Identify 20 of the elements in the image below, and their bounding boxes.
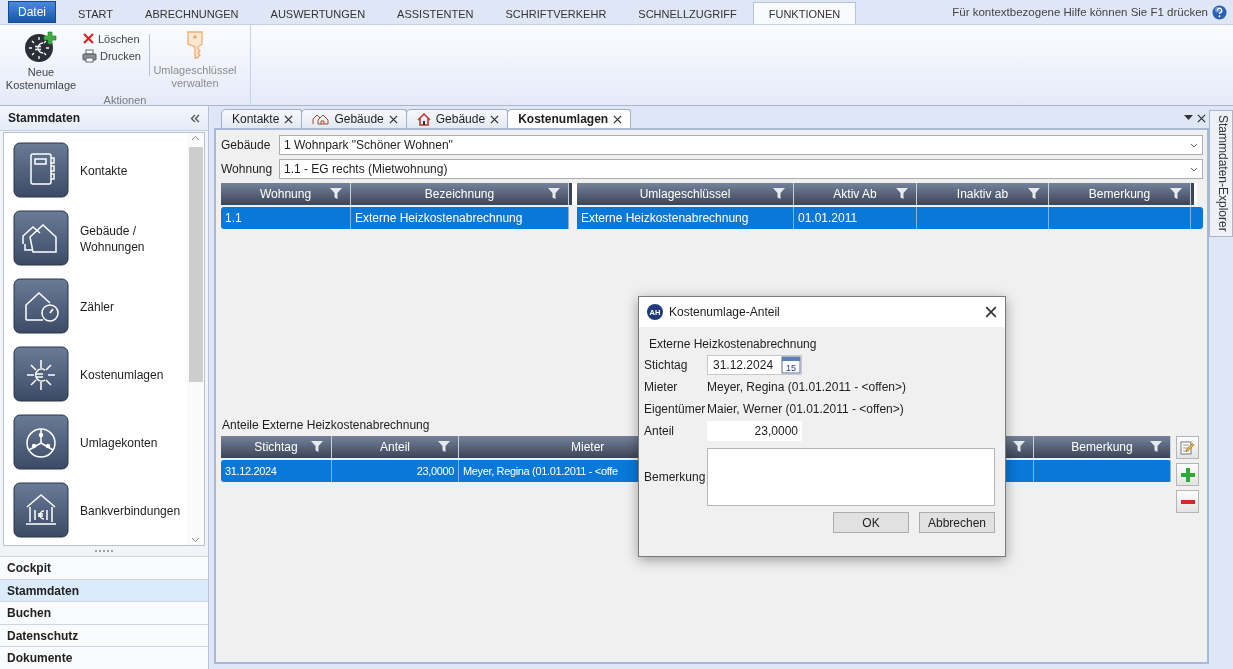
- table-cell: 31.12.2024: [221, 460, 332, 482]
- field-label: Bemerkung: [644, 470, 707, 484]
- field-value: Meyer, Regina (01.01.2011 - <offen>): [707, 379, 908, 396]
- table-cell: 01.01.2011: [794, 207, 917, 229]
- table-cell: Externe Heizkostenabrechnung: [577, 207, 794, 229]
- field-label: Mieter: [644, 380, 679, 394]
- group-label: Aktionen: [103, 94, 147, 108]
- section-title: Anteile Externe Heizkostenabrechnung: [222, 418, 430, 432]
- dialog-title: Kostenumlage-Anteil: [669, 305, 781, 319]
- sidebar-title: Stammdaten: [8, 111, 81, 126]
- field-label: Gebäude: [221, 138, 272, 152]
- field-label: Eigentümer: [644, 402, 707, 416]
- field-label: Anteil: [644, 424, 676, 438]
- field-value: Maier, Werner (01.01.2011 - <offen>): [707, 401, 905, 418]
- table-cell: 1.1: [221, 207, 351, 229]
- dialog-subtitle: Externe Heizkostenabrechnung: [649, 337, 818, 351]
- help-hint: Für kontextbezogene Hilfe können Sie F1 drücken: [952, 6, 1208, 18]
- field-label: Wohnung: [221, 162, 274, 176]
- table-cell: 23,0000: [332, 460, 459, 482]
- field-label: Stichtag: [644, 358, 689, 372]
